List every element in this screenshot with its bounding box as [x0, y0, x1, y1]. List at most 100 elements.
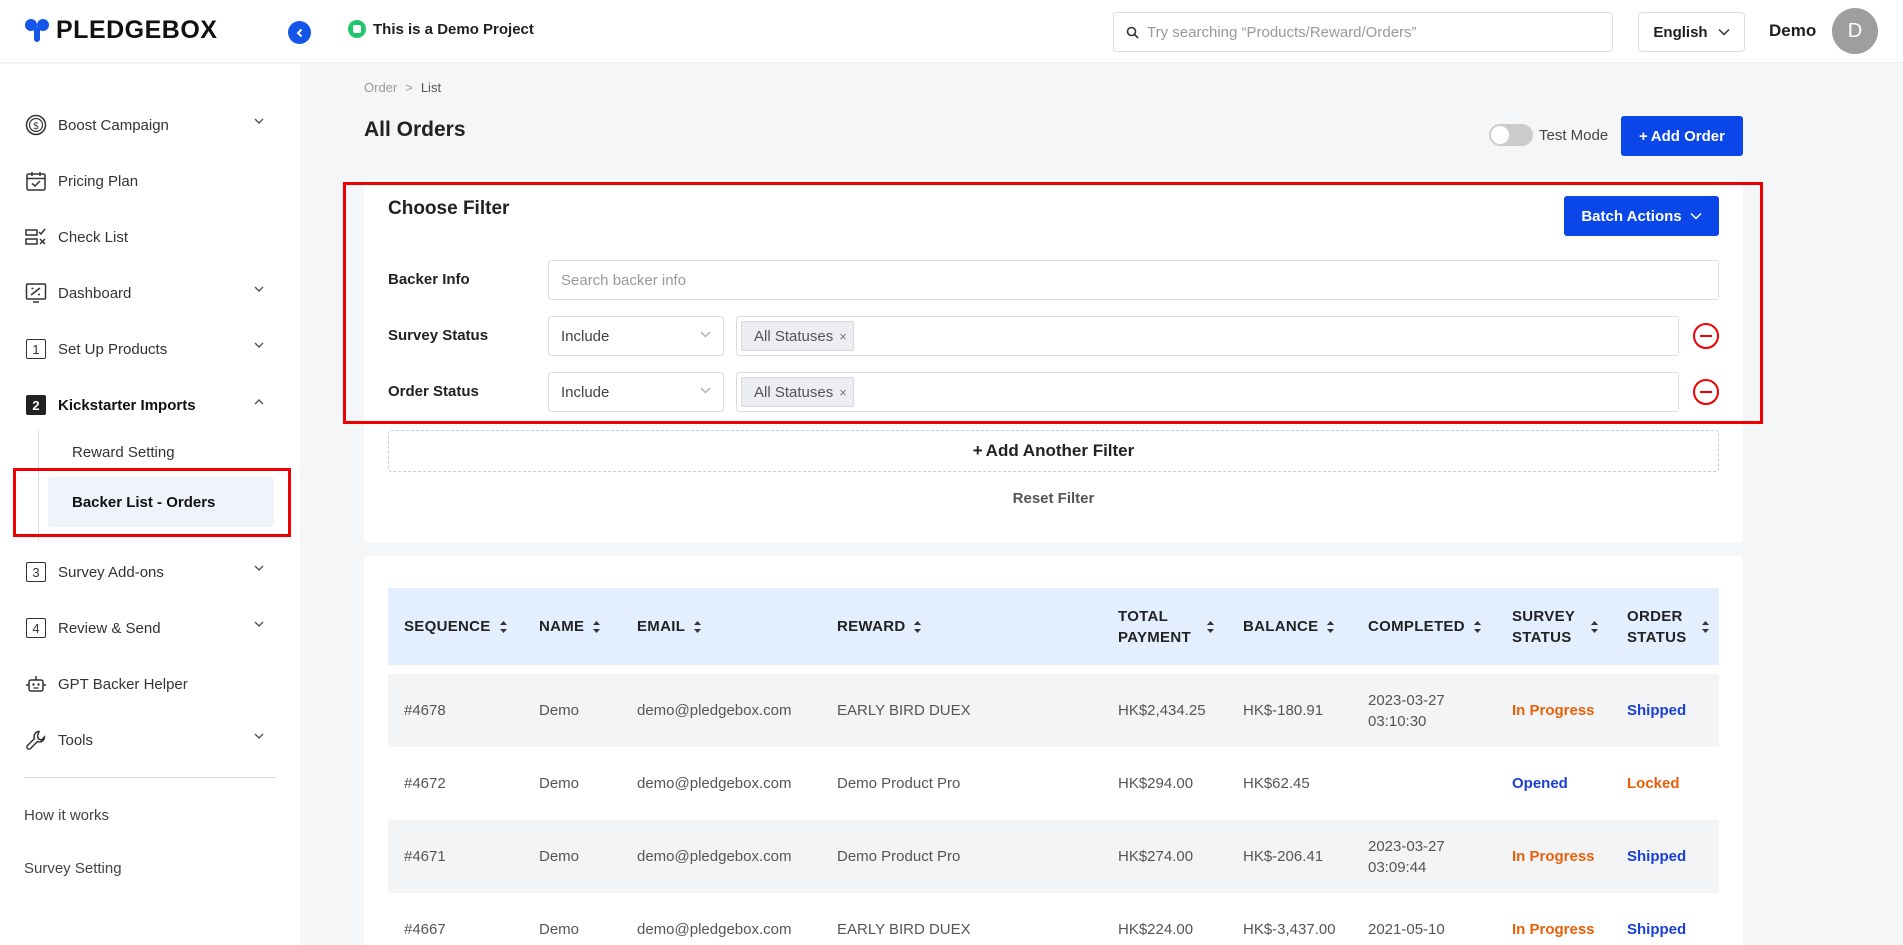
global-search: [1113, 12, 1613, 52]
column-header-name[interactable]: NAME: [539, 588, 601, 665]
avatar[interactable]: D: [1832, 8, 1878, 54]
table-row[interactable]: #4678 Demo demo@pledgebox.com EARLY BIRD…: [388, 674, 1719, 747]
sidebar-item-set-up-products[interactable]: 1 Set Up Products: [24, 334, 274, 364]
dollar-circle-icon: $: [24, 113, 48, 137]
cell-sequence: #4672: [404, 775, 446, 792]
step-number: 3: [26, 562, 46, 582]
cell-total-payment: HK$294.00: [1118, 775, 1194, 792]
chevron-down-icon: [1718, 28, 1730, 36]
step-3-icon: 3: [24, 560, 48, 584]
sidebar-link-survey-setting[interactable]: Survey Setting: [24, 860, 122, 877]
column-label: BALANCE: [1243, 618, 1319, 635]
sidebar-item-label: Dashboard: [58, 284, 132, 302]
sidebar-item-gpt-backer-helper[interactable]: GPT Backer Helper: [24, 669, 274, 699]
sort-icon: [1326, 620, 1335, 634]
table-row[interactable]: #4667 Demo demo@pledgebox.com EARLY BIRD…: [388, 893, 1719, 945]
calendar-icon: [24, 169, 48, 193]
column-label: COMPLETED: [1368, 618, 1465, 635]
test-mode-toggle[interactable]: [1489, 124, 1533, 146]
table-row[interactable]: #4671 Demo demo@pledgebox.com Demo Produ…: [388, 820, 1719, 893]
column-header-completed[interactable]: COMPLETED: [1368, 588, 1482, 665]
sort-icon: [592, 620, 601, 634]
test-mode-control: Test Mode: [1489, 124, 1608, 146]
demo-project-indicator: This is a Demo Project: [348, 20, 534, 38]
test-mode-label: Test Mode: [1539, 126, 1609, 144]
add-order-button[interactable]: + Add Order: [1621, 116, 1743, 156]
cell-order-status: Shipped: [1627, 921, 1687, 938]
column-header-balance[interactable]: BALANCE: [1243, 588, 1335, 665]
sort-icon: [1206, 620, 1215, 634]
page-title: All Orders: [364, 118, 466, 141]
language-select[interactable]: English: [1638, 12, 1745, 52]
column-header-reward[interactable]: REWARD: [837, 588, 922, 665]
cell-sequence: #4667: [404, 921, 446, 938]
column-label: SEQUENCE: [404, 618, 491, 635]
column-header-total-payment[interactable]: TOTAL PAYMENT: [1118, 588, 1215, 665]
plus-icon: +: [972, 441, 983, 460]
cell-name: Demo: [539, 848, 580, 865]
column-header-survey-status[interactable]: SURVEY STATUS: [1512, 588, 1599, 665]
chevron-down-icon: [254, 118, 264, 124]
dashboard-icon: [24, 281, 48, 305]
cell-completed: [1368, 747, 1468, 820]
cell-name: Demo: [539, 702, 580, 719]
language-label: English: [1653, 23, 1708, 41]
project-icon: [348, 20, 366, 38]
pledgebox-logo-icon: [25, 18, 49, 42]
cell-order-status: Shipped: [1627, 848, 1687, 865]
column-header-sequence[interactable]: SEQUENCE: [404, 588, 508, 665]
chevron-down-icon: [254, 621, 264, 627]
cell-reward: Demo Product Pro: [837, 848, 961, 865]
cell-order-status: Locked: [1627, 775, 1680, 792]
table-row[interactable]: #4672 Demo demo@pledgebox.com Demo Produ…: [388, 747, 1719, 820]
cell-completed: 2021-05-10: [1368, 921, 1445, 938]
brand-name: PLEDGEBOX: [56, 16, 218, 44]
search-input[interactable]: [1147, 23, 1587, 41]
sidebar-item-label: Check List: [58, 228, 129, 246]
sidebar-item-survey-addons[interactable]: 3 Survey Add-ons: [24, 557, 274, 587]
column-label: REWARD: [837, 618, 906, 635]
cell-survey-status: In Progress: [1512, 921, 1595, 938]
breadcrumb-current: List: [420, 80, 442, 95]
brand-logo[interactable]: PLEDGEBOX: [24, 16, 217, 45]
sidebar-item-tools[interactable]: Tools: [24, 725, 274, 755]
cell-email: demo@pledgebox.com: [637, 848, 792, 865]
top-bar: PLEDGEBOX This is a Demo Project English…: [0, 0, 1903, 63]
cell-balance: HK$-206.41: [1243, 848, 1324, 865]
sidebar-item-review-send[interactable]: 4 Review & Send: [24, 613, 274, 643]
user-name[interactable]: Demo: [1769, 21, 1816, 41]
sidebar-item-dashboard[interactable]: Dashboard: [24, 278, 274, 308]
step-number: 1: [26, 339, 46, 359]
column-header-email[interactable]: EMAIL: [637, 588, 702, 665]
column-header-order-status[interactable]: ORDER STATUS: [1627, 588, 1710, 665]
sidebar-item-label: Review & Send: [58, 619, 161, 637]
collapse-sidebar-button[interactable]: [288, 21, 311, 44]
cell-balance: HK$62.45: [1243, 775, 1310, 792]
cell-reward: EARLY BIRD DUEX: [837, 921, 971, 938]
cell-order-status: Shipped: [1627, 702, 1687, 719]
sidebar-link-how-it-works[interactable]: How it works: [24, 807, 109, 824]
sidebar-subitem-reward-setting[interactable]: Reward Setting: [72, 444, 175, 461]
sort-icon: [693, 620, 702, 634]
sidebar-item-pricing-plan[interactable]: Pricing Plan: [24, 166, 274, 196]
cell-name: Demo: [539, 921, 580, 938]
svg-text:$: $: [33, 121, 39, 132]
chevron-left-icon: [296, 28, 302, 37]
cell-email: demo@pledgebox.com: [637, 702, 792, 719]
column-label: NAME: [539, 618, 585, 635]
cell-reward: EARLY BIRD DUEX: [837, 702, 971, 719]
add-another-filter-button[interactable]: + Add Another Filter: [388, 430, 1719, 472]
sidebar-item-kickstarter-imports[interactable]: 2 Kickstarter Imports: [24, 390, 274, 420]
sidebar-item-boost-campaign[interactable]: $ Boost Campaign: [24, 110, 274, 140]
cell-email: demo@pledgebox.com: [637, 775, 792, 792]
sort-icon: [1590, 620, 1599, 634]
sidebar-item-check-list[interactable]: Check List: [24, 222, 274, 252]
step-number: 4: [26, 618, 46, 638]
cell-balance: HK$-3,437.00: [1243, 921, 1336, 938]
breadcrumb: Order > List: [364, 80, 441, 95]
breadcrumb-parent[interactable]: Order: [364, 80, 397, 95]
reset-filter-button[interactable]: Reset Filter: [388, 490, 1719, 507]
highlight-box-sidebar: [13, 468, 291, 537]
cell-survey-status: Opened: [1512, 775, 1568, 792]
step-4-icon: 4: [24, 616, 48, 640]
